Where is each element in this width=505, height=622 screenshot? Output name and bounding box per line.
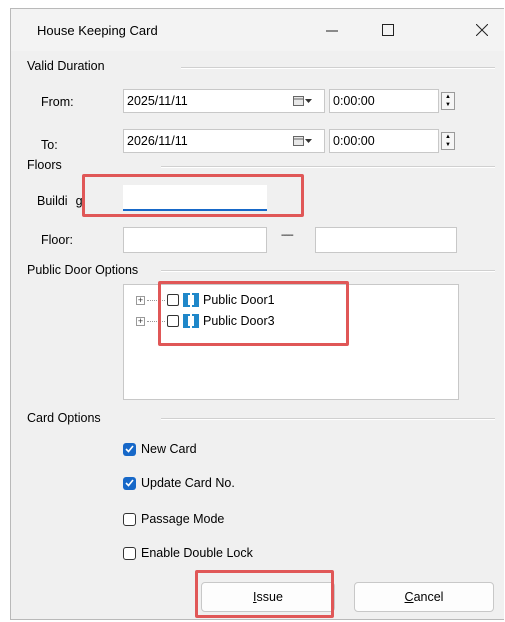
spin-down-icon[interactable]: ▼ xyxy=(442,141,454,149)
title-bar: House Keeping Card xyxy=(11,9,504,51)
floor-range-separator: ----- xyxy=(281,230,294,241)
card-options-heading: Card Options xyxy=(27,411,101,425)
checkmark-icon xyxy=(123,476,136,490)
from-date-value: 2025/11/11 xyxy=(127,94,188,108)
calendar-icon xyxy=(293,96,304,106)
public-door-heading: Public Door Options xyxy=(27,263,139,277)
spin-up-icon[interactable]: ▲ xyxy=(442,133,454,141)
to-date-picker-button[interactable] xyxy=(293,136,312,146)
maximize-button[interactable] xyxy=(365,9,411,51)
to-label: To: xyxy=(41,138,58,152)
from-label: From: xyxy=(41,95,74,109)
to-time-value: 0:00:00 xyxy=(333,134,375,148)
expand-icon[interactable]: + xyxy=(136,295,145,305)
expand-icon[interactable]: + xyxy=(136,316,145,326)
unchecked-box-icon xyxy=(123,546,136,560)
from-time-value: 0:00:00 xyxy=(333,94,375,108)
from-date-picker-button[interactable] xyxy=(293,96,312,106)
dropdown-arrow-icon xyxy=(305,138,312,143)
update-card-no-checkbox[interactable]: Update Card No. xyxy=(123,476,235,490)
floors-divider xyxy=(161,166,495,168)
checkmark-icon xyxy=(123,442,136,456)
double-lock-checkbox[interactable]: Enable Double Lock xyxy=(123,546,253,560)
new-card-label: New Card xyxy=(141,442,197,456)
maximize-icon xyxy=(382,24,394,36)
floor-label: Floor: xyxy=(41,233,73,247)
floors-heading: Floors xyxy=(27,158,62,172)
from-time-field[interactable]: 0:00:00 xyxy=(329,89,439,113)
minimize-button[interactable] xyxy=(309,9,355,51)
minimize-icon xyxy=(326,30,338,32)
calendar-icon xyxy=(293,136,304,146)
door-list-highlight-box xyxy=(158,281,349,346)
spin-up-icon[interactable]: ▲ xyxy=(442,93,454,101)
passage-mode-checkbox[interactable]: Passage Mode xyxy=(123,512,224,526)
dropdown-arrow-icon xyxy=(305,98,312,103)
from-time-spinner[interactable]: ▲ ▼ xyxy=(441,92,455,110)
floor-to-input[interactable] xyxy=(315,227,457,253)
floor-from-input[interactable] xyxy=(123,227,267,253)
passage-mode-label: Passage Mode xyxy=(141,512,225,526)
public-door-divider xyxy=(161,270,495,272)
window-title: House Keeping Card xyxy=(37,23,158,38)
close-button[interactable] xyxy=(459,9,505,51)
unchecked-box-icon xyxy=(123,512,136,526)
valid-duration-divider xyxy=(181,67,495,69)
double-lock-label: Enable Double Lock xyxy=(141,546,253,560)
building-highlight-box xyxy=(82,174,304,217)
cancel-button[interactable]: Cancel xyxy=(354,582,494,612)
spin-down-icon[interactable]: ▼ xyxy=(442,101,454,109)
new-card-checkbox[interactable]: New Card xyxy=(123,442,197,456)
to-time-spinner[interactable]: ▲ ▼ xyxy=(441,132,455,150)
valid-duration-heading: Valid Duration xyxy=(27,59,105,73)
close-icon xyxy=(476,24,488,36)
to-date-value: 2026/11/11 xyxy=(127,134,188,148)
update-card-no-label: Update Card No. xyxy=(141,476,235,490)
cancel-button-label: Cancel xyxy=(404,590,444,604)
issue-highlight-box xyxy=(195,570,334,618)
card-options-divider xyxy=(161,418,495,420)
building-label: Buildi g: xyxy=(37,194,87,208)
to-time-field[interactable]: 0:00:00 xyxy=(329,129,439,153)
